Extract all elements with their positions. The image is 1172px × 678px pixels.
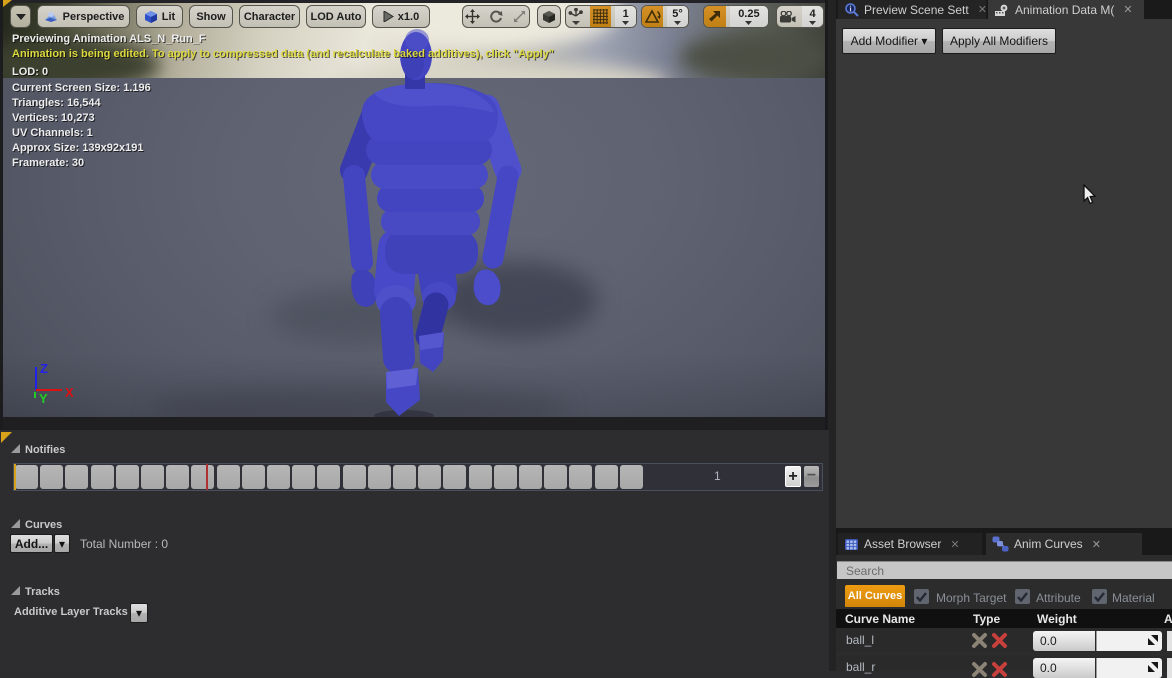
svg-text:X: X bbox=[65, 385, 74, 400]
svg-text:Z: Z bbox=[40, 361, 48, 376]
svg-text:Y: Y bbox=[39, 391, 48, 406]
